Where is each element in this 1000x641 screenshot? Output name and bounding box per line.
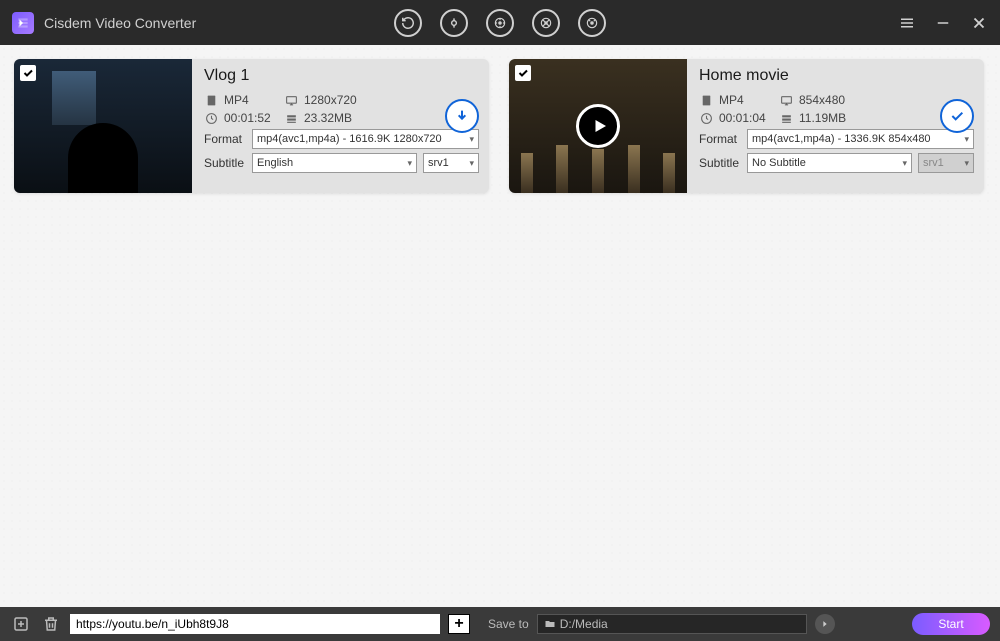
subtitle-dropdown[interactable]: English▾ bbox=[252, 153, 417, 173]
format-label: Format bbox=[699, 132, 741, 146]
app-title: Cisdem Video Converter bbox=[44, 15, 196, 31]
select-checkbox[interactable] bbox=[20, 65, 36, 81]
window-controls bbox=[898, 14, 988, 32]
video-thumbnail[interactable] bbox=[14, 59, 192, 193]
bottom-bar: + Save to D:/Media Start bbox=[0, 607, 1000, 641]
monitor-icon bbox=[779, 93, 793, 107]
download-mode-icon[interactable] bbox=[440, 9, 468, 37]
subtitle-label: Subtitle bbox=[699, 156, 741, 170]
trash-icon[interactable] bbox=[40, 613, 62, 635]
clock-icon bbox=[699, 111, 713, 125]
resolution-value: 854x480 bbox=[799, 93, 845, 107]
resolution-value: 1280x720 bbox=[304, 93, 357, 107]
close-icon[interactable] bbox=[970, 14, 988, 32]
download-button[interactable] bbox=[445, 99, 479, 133]
toolbar-center bbox=[394, 9, 606, 37]
subtitle-label: Subtitle bbox=[204, 156, 246, 170]
minimize-icon[interactable] bbox=[934, 14, 952, 32]
video-title: Home movie bbox=[699, 67, 974, 85]
video-card: Home movie MP4 854x480 00:01:04 11.19MB … bbox=[509, 59, 984, 193]
play-icon[interactable] bbox=[576, 104, 620, 148]
size-value: 23.32MB bbox=[304, 111, 352, 125]
container-value: MP4 bbox=[224, 93, 278, 107]
app-logo bbox=[12, 12, 34, 34]
select-checkbox[interactable] bbox=[515, 65, 531, 81]
add-url-button[interactable]: + bbox=[448, 614, 470, 634]
save-path-box[interactable]: D:/Media bbox=[537, 614, 807, 634]
clock-icon bbox=[204, 111, 218, 125]
subtitle-dropdown[interactable]: No Subtitle▾ bbox=[747, 153, 912, 173]
done-button[interactable] bbox=[940, 99, 974, 133]
duration-value: 00:01:04 bbox=[719, 111, 773, 125]
chevron-down-icon: ▾ bbox=[469, 158, 474, 169]
disk-icon bbox=[284, 111, 298, 125]
edit-mode-icon[interactable] bbox=[578, 9, 606, 37]
convert-mode-icon[interactable] bbox=[486, 9, 514, 37]
content-area: Vlog 1 MP4 1280x720 00:01:52 23.32MB For… bbox=[0, 45, 1000, 607]
chevron-down-icon: ▾ bbox=[902, 158, 907, 169]
url-input[interactable] bbox=[70, 614, 440, 634]
video-details: Vlog 1 MP4 1280x720 00:01:52 23.32MB For… bbox=[192, 59, 489, 193]
format-label: Format bbox=[204, 132, 246, 146]
chevron-down-icon: ▾ bbox=[407, 158, 412, 169]
audio-track-dropdown: srv1▾ bbox=[918, 153, 974, 173]
browse-button[interactable] bbox=[815, 614, 835, 634]
disk-icon bbox=[779, 111, 793, 125]
video-title: Vlog 1 bbox=[204, 67, 479, 85]
chevron-down-icon: ▾ bbox=[964, 158, 969, 169]
menu-icon[interactable] bbox=[898, 14, 916, 32]
format-dropdown[interactable]: mp4(avc1,mp4a) - 1336.9K 854x480▾ bbox=[747, 129, 974, 149]
file-icon bbox=[699, 93, 713, 107]
file-icon bbox=[204, 93, 218, 107]
saveto-label: Save to bbox=[488, 617, 529, 631]
add-file-icon[interactable] bbox=[10, 613, 32, 635]
refresh-icon[interactable] bbox=[394, 9, 422, 37]
monitor-icon bbox=[284, 93, 298, 107]
start-button[interactable]: Start bbox=[912, 613, 990, 635]
chevron-down-icon: ▾ bbox=[469, 134, 474, 145]
chevron-down-icon: ▾ bbox=[964, 134, 969, 145]
title-bar: Cisdem Video Converter bbox=[0, 0, 1000, 45]
video-card: Vlog 1 MP4 1280x720 00:01:52 23.32MB For… bbox=[14, 59, 489, 193]
format-dropdown[interactable]: mp4(avc1,mp4a) - 1616.9K 1280x720▾ bbox=[252, 129, 479, 149]
video-details: Home movie MP4 854x480 00:01:04 11.19MB … bbox=[687, 59, 984, 193]
container-value: MP4 bbox=[719, 93, 773, 107]
rip-mode-icon[interactable] bbox=[532, 9, 560, 37]
video-thumbnail[interactable] bbox=[509, 59, 687, 193]
duration-value: 00:01:52 bbox=[224, 111, 278, 125]
audio-track-dropdown[interactable]: srv1▾ bbox=[423, 153, 479, 173]
size-value: 11.19MB bbox=[799, 111, 846, 125]
